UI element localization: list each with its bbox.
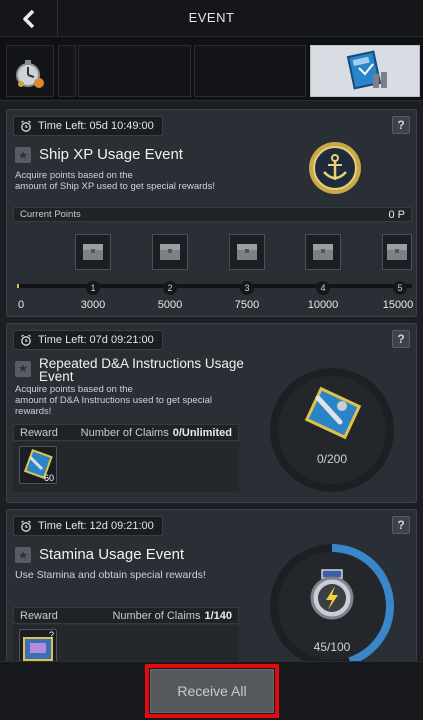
favorite-star-icon[interactable]: ★ [15, 547, 31, 563]
manual-book-icon [346, 50, 387, 90]
milestone-index: 1 [86, 281, 100, 295]
chest-icon [237, 244, 257, 260]
manual-event-tab[interactable] [310, 45, 420, 97]
event-description: Acquire points based on the amount of D&… [15, 384, 212, 417]
points-progress-fill [17, 284, 19, 288]
milestone-value: 10000 [307, 299, 339, 311]
bottom-bar: Receive All [0, 661, 423, 720]
usage-progress-ring: 0/200 [268, 366, 396, 494]
alarm-clock-icon [21, 520, 31, 532]
event-card-da-instructions: Time Left: 07d 09:21:00 ? ★ Repeated D&A… [6, 323, 417, 503]
reward-label: Reward [20, 609, 58, 622]
milestone-value: 5000 [157, 299, 183, 311]
help-button[interactable]: ? [392, 116, 410, 134]
milestone-chest[interactable] [152, 234, 188, 270]
event-card-stamina: Time Left: 12d 09:21:00 ? ★ Stamina Usag… [6, 509, 417, 661]
time-left-badge: Time Left: 07d 09:21:00 [13, 330, 163, 350]
back-button[interactable] [0, 0, 58, 37]
timer-event-tab[interactable] [6, 45, 54, 97]
claims-value: 0/Unlimited [172, 426, 232, 439]
time-left-text: Time Left: 07d 09:21:00 [38, 334, 154, 346]
milestone-index: 4 [316, 281, 330, 295]
milestone-chest[interactable] [75, 234, 111, 270]
time-left-badge: Time Left: 05d 10:49:00 [13, 116, 163, 136]
receive-all-button[interactable]: Receive All [150, 669, 274, 713]
chest-icon [83, 244, 103, 260]
event-description-line: Use Stamina and obtain special rewards! [15, 569, 206, 581]
milestone-index: 2 [163, 281, 177, 295]
event-title: Repeated D&A Instructions Usage Event [39, 356, 244, 384]
event-title-row: ★ Repeated D&A Instructions Usage Event [15, 357, 245, 383]
favorite-star-icon[interactable]: ★ [15, 361, 31, 377]
reward-list: 60 [13, 442, 239, 492]
reward-item[interactable]: 60 [19, 446, 57, 484]
reward-table-header: Reward Number of Claims 0/Unlimited [13, 424, 239, 441]
milestone-value: 7500 [234, 299, 260, 311]
event-description: Use Stamina and obtain special rewards! [15, 570, 206, 581]
event-card-ship-xp: Time Left: 05d 10:49:00 ? ★ Ship XP Usag… [6, 109, 417, 317]
milestone-chest[interactable] [229, 234, 265, 270]
event-title: Ship XP Usage Event [39, 146, 183, 163]
time-left-badge: Time Left: 12d 09:21:00 [13, 516, 163, 536]
help-button[interactable]: ? [392, 330, 410, 348]
reward-label: Reward [20, 426, 58, 439]
usage-progress-text: 0/200 [316, 452, 348, 466]
chest-icon [313, 244, 333, 260]
event-description-line: amount of Ship XP used to get special re… [15, 181, 215, 192]
reward-count: 60 [43, 473, 54, 483]
progress-ring-graphic [270, 368, 394, 492]
reward-list: ? [13, 625, 239, 661]
milestone-value: 3000 [80, 299, 106, 311]
page-title: EVENT [188, 10, 235, 25]
milestone-chest[interactable] [382, 234, 412, 270]
event-description-line: rewards! [15, 406, 52, 417]
help-button[interactable]: ? [392, 516, 410, 534]
stopwatch-icon [16, 60, 44, 88]
current-points-label: Current Points [20, 209, 81, 220]
event-description-line: Acquire points based on the [15, 170, 133, 181]
usage-progress-ring: 45/100 [268, 542, 396, 661]
current-points-bar: Current Points 0 P [13, 207, 412, 222]
claims-value: 1/140 [204, 609, 232, 622]
favorite-star-icon[interactable]: ★ [15, 147, 31, 163]
milestone-value: 0 [17, 299, 25, 311]
event-title: Stamina Usage Event [39, 546, 185, 563]
claims-info: Number of Claims 0/Unlimited [81, 427, 232, 439]
anchor-medal-icon [309, 142, 361, 194]
tab-3[interactable] [78, 45, 191, 97]
tab-4[interactable] [194, 45, 306, 97]
event-title-row: ★ Ship XP Usage Event [15, 146, 183, 163]
usage-progress-text: 45/100 [313, 640, 351, 654]
event-list[interactable]: Time Left: 05d 10:49:00 ? ★ Ship XP Usag… [0, 101, 423, 661]
help-badge: ? [48, 630, 54, 640]
time-left-text: Time Left: 05d 10:49:00 [38, 120, 154, 132]
milestone-index: 5 [393, 281, 407, 295]
back-arrow-icon [22, 9, 34, 28]
event-description-line: amount of D&A Instructions used to get s… [15, 395, 212, 406]
milestone-index: 3 [240, 281, 254, 295]
claims-info: Number of Claims 1/140 [112, 610, 232, 622]
claims-label: Number of Claims [80, 426, 169, 439]
top-bar: EVENT [0, 0, 423, 37]
event-description: Acquire points based on the amount of Sh… [15, 170, 215, 192]
current-points-value: 0 P [388, 208, 405, 221]
event-description-line: Acquire points based on the [15, 384, 133, 395]
tab-2[interactable] [58, 45, 76, 97]
milestone-chest[interactable] [305, 234, 341, 270]
time-left-text: Time Left: 12d 09:21:00 [38, 520, 154, 532]
event-tabs [0, 37, 423, 101]
alarm-clock-icon [21, 120, 31, 132]
event-title-row: ★ Stamina Usage Event [15, 546, 184, 563]
claims-label: Number of Claims [112, 609, 201, 622]
points-progress-track [17, 284, 412, 288]
alarm-clock-icon [21, 334, 31, 346]
reward-item[interactable]: ? [19, 629, 57, 661]
reward-table-header: Reward Number of Claims 1/140 [13, 607, 239, 624]
milestone-value: 15000 [382, 299, 414, 311]
chest-icon [387, 244, 407, 260]
chest-icon [160, 244, 180, 260]
